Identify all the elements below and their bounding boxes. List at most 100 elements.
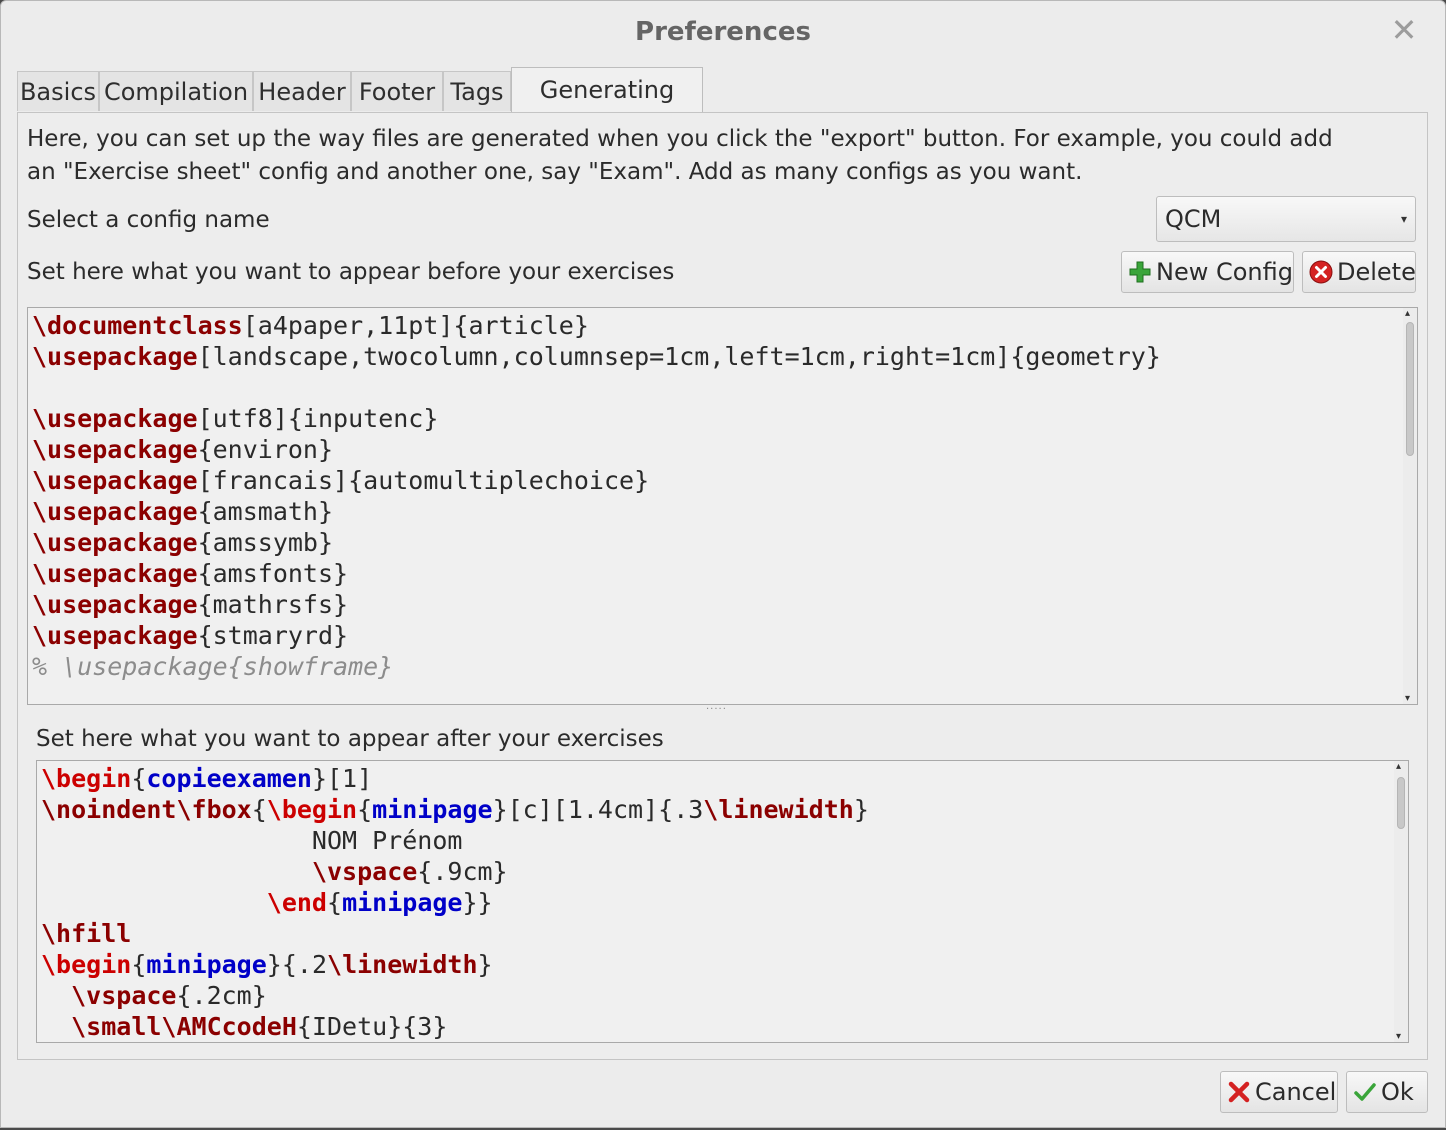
code-token: \usepackage (32, 497, 198, 526)
tab-footer[interactable]: Footer (351, 71, 443, 111)
scroll-up-icon: ▴ (1396, 761, 1402, 772)
ok-button[interactable]: Ok (1346, 1071, 1428, 1113)
tab-compilation[interactable]: Compilation (99, 71, 253, 111)
after-exercises-label: Set here what you want to appear after y… (36, 726, 664, 752)
new-config-label: New Config (1156, 258, 1293, 286)
new-config-button[interactable]: New Config (1121, 251, 1294, 293)
code-line: \usepackage[landscape,twocolumn,columnse… (32, 341, 1161, 372)
select-config-label: Select a config name (27, 207, 270, 233)
code-token: \usepackage (32, 466, 198, 495)
code-token: \small\AMCcodeH (71, 1012, 297, 1041)
scroll-down-icon: ▾ (1396, 1031, 1402, 1042)
code-line: \documentclass[a4paper,11pt]{article} (32, 310, 1161, 341)
code-token: { (327, 888, 343, 917)
before-exercises-label: Set here what you want to appear before … (27, 259, 675, 285)
code-token: {amsmath} (197, 497, 334, 526)
code-token: \begin (41, 950, 132, 979)
code-token: {.9cm} (417, 857, 508, 886)
code-token: [a4paper,11pt]{article} (242, 311, 589, 340)
code-token: }} (462, 888, 493, 917)
code-token: {IDetu}{3} (296, 1012, 448, 1041)
code-token: \usepackage (32, 528, 198, 557)
cross-icon (1228, 1081, 1250, 1103)
config-name-value: QCM (1165, 205, 1222, 233)
close-icon: ✕ (1390, 11, 1418, 49)
tab-header[interactable]: Header (253, 71, 351, 111)
code-token: }[1] (311, 764, 373, 793)
before-code-text: \documentclass[a4paper,11pt]{article} \us… (32, 310, 1161, 682)
delete-label: Delete (1337, 258, 1416, 286)
code-token: \documentclass (32, 311, 243, 340)
after-editor-scrollbar[interactable]: ▴ ▾ (1394, 761, 1408, 1042)
preferences-dialog: Preferences ✕ Basics Compilation Header … (0, 0, 1446, 1128)
code-line: \vspace{.9cm} (41, 856, 869, 887)
code-token: \usepackage (32, 559, 198, 588)
code-token: minipage (342, 888, 463, 917)
tab-generating-files[interactable]: Generating files (511, 67, 703, 148)
window-title: Preferences (635, 17, 811, 47)
code-token: \usepackage (32, 342, 198, 371)
scrollbar-thumb[interactable] (1397, 777, 1405, 829)
code-token: \vspace (311, 857, 418, 886)
code-line: NOM Prénom (41, 825, 869, 856)
code-token: minipage (146, 950, 267, 979)
config-name-select[interactable]: QCM ▾ (1156, 196, 1416, 242)
code-token: \vspace (71, 981, 177, 1010)
code-line: \noindent\fbox{\begin{minipage}[c][1.4cm… (41, 794, 869, 825)
code-token: {.2cm} (176, 981, 267, 1010)
code-line: \small\AMCcodeH{IDetu}{3} (41, 1011, 869, 1042)
delete-button[interactable]: Delete (1302, 251, 1416, 293)
code-token: \linewidth (327, 950, 478, 979)
code-token: } (477, 950, 493, 979)
scrollbar-thumb[interactable] (1406, 322, 1414, 456)
tab-basics[interactable]: Basics (17, 71, 99, 111)
code-token: \usepackage (32, 621, 198, 650)
tab-tags[interactable]: Tags (443, 71, 511, 111)
after-exercises-editor[interactable]: \begin{copieexamen}[1] \noindent\fbox{\be… (36, 760, 1409, 1043)
delete-icon (1309, 260, 1333, 284)
code-token: \noindent\fbox (41, 795, 252, 824)
code-token: {stmaryrd} (197, 621, 349, 650)
plus-icon (1129, 261, 1151, 283)
title-bar: Preferences ✕ (1, 1, 1445, 65)
code-line: \end{minipage}} (41, 887, 869, 918)
code-line: \usepackage{amsmath} (32, 496, 1161, 527)
code-token: [landscape,twocolumn,columnsep=1cm,left=… (197, 342, 1161, 371)
code-token: \end (266, 888, 327, 917)
code-token: copieexamen (146, 764, 312, 793)
close-button[interactable]: ✕ (1389, 13, 1419, 47)
code-token: [utf8]{inputenc} (197, 404, 439, 433)
scroll-up-icon: ▴ (1405, 308, 1411, 319)
code-line: % \usepackage{showframe} (32, 651, 1161, 682)
code-token: } (853, 795, 869, 824)
code-line: \usepackage{stmaryrd} (32, 620, 1161, 651)
code-token: }{.2 (266, 950, 328, 979)
code-token: { (251, 795, 267, 824)
code-token: [francais]{automultiplechoice} (197, 466, 650, 495)
ok-label: Ok (1381, 1078, 1414, 1106)
code-line: \usepackage[francais]{automultiplechoice… (32, 465, 1161, 496)
code-token: NOM Prénom (41, 826, 463, 855)
code-token: \begin (266, 795, 358, 824)
code-token: {mathrsfs} (197, 590, 349, 619)
checkmark-icon (1354, 1083, 1376, 1101)
scroll-down-icon: ▾ (1405, 693, 1411, 704)
code-line: \vspace{.2cm} (41, 980, 869, 1011)
code-token: \begin (41, 764, 132, 793)
code-line: \usepackage{mathrsfs} (32, 589, 1161, 620)
before-editor-scrollbar[interactable]: ▴ ▾ (1403, 308, 1417, 704)
code-token: { (131, 950, 147, 979)
before-exercises-editor[interactable]: \documentclass[a4paper,11pt]{article} \us… (27, 307, 1418, 705)
code-token: \usepackage (32, 404, 198, 433)
code-line: \usepackage{amsfonts} (32, 558, 1161, 589)
code-token: {amssymb} (197, 528, 334, 557)
code-line: \begin{minipage}{.2\linewidth} (41, 949, 869, 980)
cancel-button[interactable]: Cancel (1220, 1071, 1338, 1113)
code-line: \usepackage{amssymb} (32, 527, 1161, 558)
pane-splitter-handle[interactable]: ..... (706, 702, 736, 712)
panel-description: Here, you can set up the way files are g… (27, 126, 1333, 185)
after-code-text: \begin{copieexamen}[1] \noindent\fbox{\be… (41, 763, 869, 1042)
